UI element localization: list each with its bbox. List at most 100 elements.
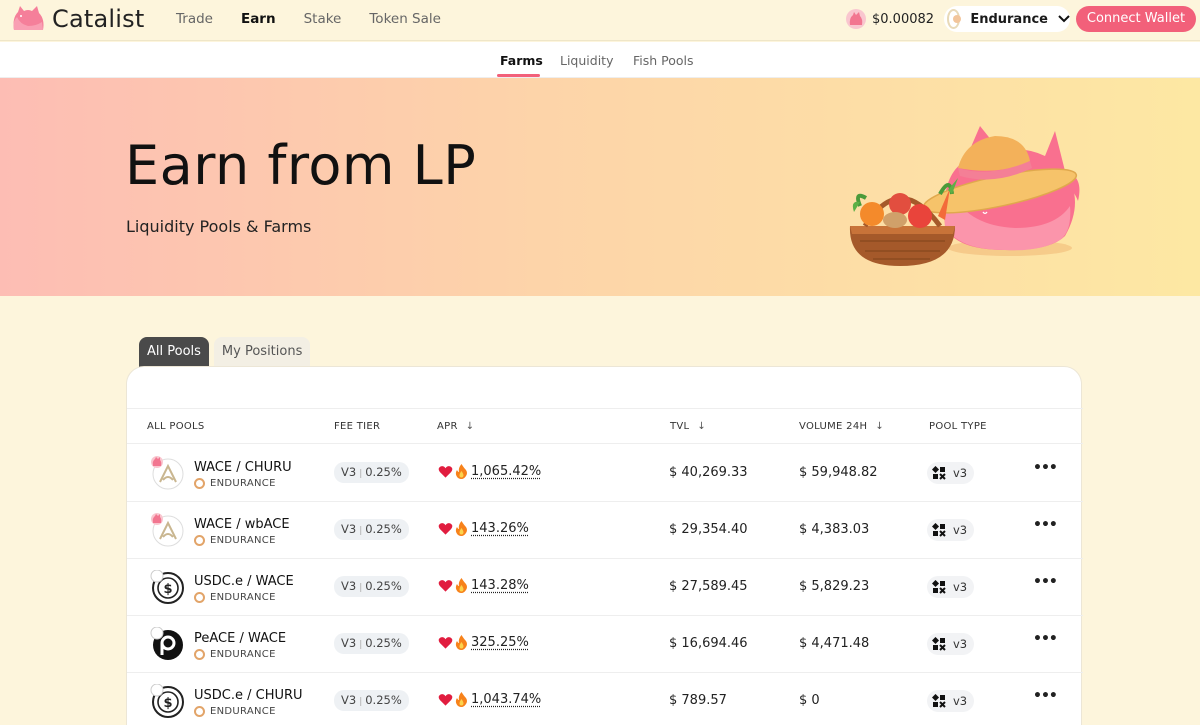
header-volume-24h[interactable]: VOLUME 24H ↓ — [799, 421, 884, 432]
header-fee-tier: FEE TIER — [334, 421, 381, 432]
more-options-icon[interactable]: ••• — [1033, 688, 1058, 704]
header-tvl[interactable]: TVL ↓ — [670, 421, 706, 432]
churu-token-icon — [846, 9, 866, 29]
pair-chain: ENDURANCE — [194, 535, 276, 546]
tvl-value: $ 789.57 — [669, 693, 727, 708]
endurance-network-icon — [947, 9, 962, 29]
fire-icon — [455, 464, 467, 479]
heart-icon — [438, 522, 453, 535]
fire-icon — [455, 635, 467, 650]
tab-farms[interactable]: Farms — [500, 53, 543, 68]
fee-tier-badge: V3 | 0.25% — [334, 633, 409, 654]
pair-token-icon: $ — [150, 683, 186, 720]
volume-value: $ 4,383.03 — [799, 522, 870, 537]
pair-token-icon — [150, 456, 186, 492]
apr-value[interactable]: 143.28% — [438, 578, 529, 593]
pair-name: USDC.e / CHURU — [194, 688, 303, 703]
pair-chain: ENDURANCE — [194, 592, 276, 603]
apr-value[interactable]: 143.26% — [438, 521, 529, 536]
heart-icon — [438, 579, 453, 592]
active-tab-indicator — [497, 74, 540, 77]
catalist-logo-icon — [13, 6, 44, 30]
logo-text: Catalist — [52, 5, 145, 33]
svg-text:$: $ — [163, 696, 172, 711]
heart-icon — [438, 465, 453, 478]
token-price-value: $0.00082 — [872, 11, 935, 27]
header-pool-type: POOL TYPE — [929, 421, 987, 432]
tab-fish-pools[interactable]: Fish Pools — [633, 53, 694, 68]
fee-tier-badge: V3 | 0.25% — [334, 519, 409, 540]
more-options-icon[interactable]: ••• — [1033, 517, 1058, 533]
nav-item-token-sale[interactable]: Token Sale — [369, 11, 441, 27]
pair-token-icon: $ — [150, 569, 186, 606]
more-options-icon[interactable]: ••• — [1033, 574, 1058, 590]
nav-item-earn[interactable]: Earn — [241, 11, 276, 27]
apr-value[interactable]: 325.25% — [438, 635, 529, 650]
fire-icon — [455, 578, 467, 593]
sort-arrow-icon: ↓ — [697, 421, 707, 432]
svg-text:$: $ — [163, 582, 172, 597]
tab-liquidity[interactable]: Liquidity — [560, 53, 613, 68]
top-navbar: Catalist Trade Earn Stake Token Sale $0.… — [0, 0, 1200, 41]
volume-value: $ 0 — [799, 693, 820, 708]
volume-value: $ 59,948.82 — [799, 465, 878, 480]
more-options-icon[interactable]: ••• — [1033, 460, 1058, 476]
token-price: $0.00082 — [846, 9, 934, 29]
endurance-network-icon — [194, 706, 205, 717]
table-header: ALL POOLS FEE TIER APR ↓ TVL ↓ VOLUME 24H ↓… — [127, 408, 1083, 444]
nav-item-trade[interactable]: Trade — [176, 11, 213, 27]
main-nav: Trade Earn Stake Token Sale — [176, 11, 469, 27]
tvl-value: $ 40,269.33 — [669, 465, 748, 480]
pair-chain: ENDURANCE — [194, 649, 276, 660]
apr-value[interactable]: 1,065.42% — [438, 464, 541, 479]
heart-icon — [438, 693, 453, 706]
earn-subnav: Farms Liquidity Fish Pools — [0, 42, 1200, 78]
nav-item-stake[interactable]: Stake — [304, 11, 342, 27]
table-row[interactable]: WACE / wbACE ENDURANCE V3 | 0.25% 143.26% … — [127, 502, 1083, 559]
uniswap-grid-icon — [932, 694, 946, 708]
table-row[interactable]: PeACE / WACE ENDURANCE V3 | 0.25% 325.25% … — [127, 616, 1083, 673]
logo[interactable]: Catalist — [10, 4, 144, 34]
volume-value: $ 5,829.23 — [799, 579, 870, 594]
pair-token-icon — [150, 513, 186, 549]
uniswap-grid-icon — [932, 580, 946, 594]
header-all-pools: ALL POOLS — [147, 421, 205, 432]
pools-table: ALL POOLS FEE TIER APR ↓ TVL ↓ VOLUME 24H ↓… — [126, 366, 1083, 725]
pool-type-badge: v3 — [927, 633, 975, 655]
pair-token-icon — [150, 626, 186, 663]
table-row[interactable]: $ USDC.e / WACE ENDURANCE V3 | 0.25% 143.2… — [127, 559, 1083, 616]
table-row[interactable]: $ USDC.e / CHURU ENDURANCE V3 | 0.25% 1,04… — [127, 673, 1083, 725]
network-name: Endurance — [970, 11, 1048, 27]
endurance-network-icon — [194, 478, 205, 489]
fee-tier-badge: V3 | 0.25% — [334, 462, 409, 483]
pool-tabs: All Pools My Positions — [139, 337, 311, 367]
pool-type-badge: v3 — [927, 690, 975, 712]
chevron-down-icon — [1058, 12, 1070, 26]
fee-tier-badge: V3 | 0.25% — [334, 576, 409, 597]
pair-chain: ENDURANCE — [194, 478, 276, 489]
heart-icon — [438, 636, 453, 649]
apr-value[interactable]: 1,043.74% — [438, 692, 541, 707]
pair-name: WACE / CHURU — [194, 460, 292, 475]
pair-name: PeACE / WACE — [194, 631, 287, 646]
more-options-icon[interactable]: ••• — [1033, 631, 1058, 647]
tab-my-positions[interactable]: My Positions — [213, 337, 311, 367]
uniswap-grid-icon — [932, 523, 946, 537]
header-apr[interactable]: APR ↓ — [437, 421, 474, 432]
pool-type-badge: v3 — [927, 462, 975, 484]
volume-value: $ 4,471.48 — [799, 636, 870, 651]
tab-all-pools[interactable]: All Pools — [139, 337, 209, 367]
tvl-value: $ 27,589.45 — [669, 579, 748, 594]
pair-name: WACE / wbACE — [194, 517, 290, 532]
hero-banner: Earn from LP Liquidity Pools & Farms — [0, 78, 1200, 296]
uniswap-grid-icon — [932, 466, 946, 480]
fee-tier-badge: V3 | 0.25% — [334, 690, 409, 711]
fire-icon — [455, 692, 467, 707]
sort-arrow-icon: ↓ — [465, 421, 475, 432]
connect-wallet-button[interactable]: Connect Wallet — [1076, 6, 1196, 32]
tvl-value: $ 16,694.46 — [669, 636, 748, 651]
sort-arrow-icon: ↓ — [875, 421, 884, 432]
network-selector[interactable]: Endurance — [944, 6, 1070, 32]
cat-basket-illustration — [849, 126, 1080, 266]
table-row[interactable]: WACE / CHURU ENDURANCE V3 | 0.25% 1,065.42… — [127, 445, 1083, 502]
